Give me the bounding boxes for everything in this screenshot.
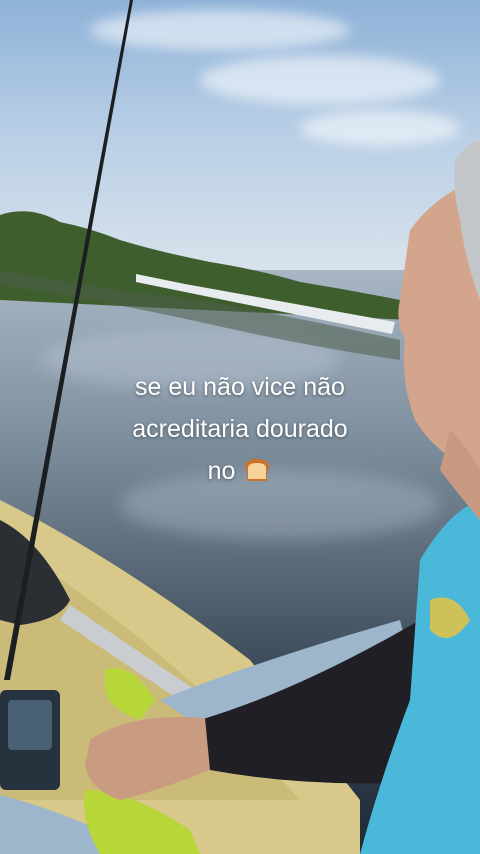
caption-line-3: no xyxy=(0,450,480,492)
tackle-box-lid xyxy=(8,700,52,750)
caption-line-1: se eu não vice não xyxy=(135,373,345,401)
video-caption: se eu não vice não acreditaria dourado n… xyxy=(0,366,480,492)
bread-icon xyxy=(245,459,270,481)
caption-line-2: acreditaria dourado xyxy=(132,415,348,443)
video-frame: se eu não vice não acreditaria dourado n… xyxy=(0,0,480,854)
caption-line-3-text: no xyxy=(207,457,236,485)
